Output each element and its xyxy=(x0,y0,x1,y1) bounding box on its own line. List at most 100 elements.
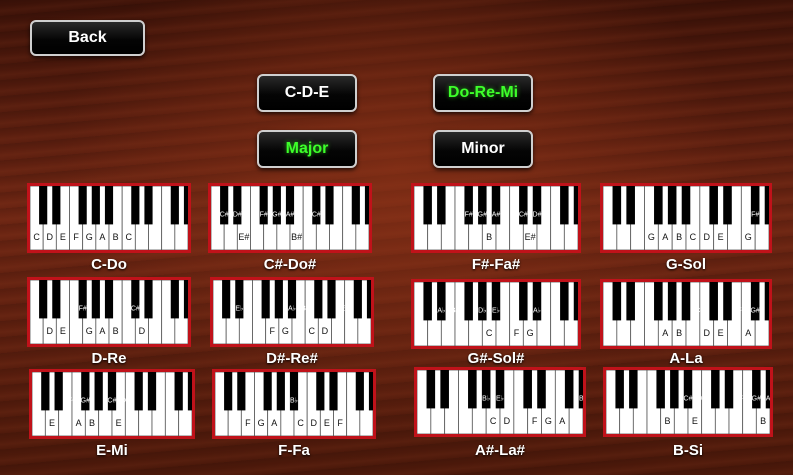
black-key[interactable] xyxy=(39,280,48,319)
black-key[interactable] xyxy=(519,282,528,321)
black-key[interactable] xyxy=(39,186,48,225)
keyboard-3[interactable]: B E# F# G# A# C# D# xyxy=(411,183,581,253)
keyboard-1[interactable]: CDEFGABC xyxy=(27,183,191,253)
black-key[interactable] xyxy=(724,370,734,409)
black-key[interactable] xyxy=(263,372,272,411)
black-key[interactable] xyxy=(437,186,446,225)
black-key[interactable] xyxy=(764,186,769,225)
black-key[interactable] xyxy=(287,280,297,319)
black-key[interactable] xyxy=(667,186,677,225)
black-key[interactable] xyxy=(765,370,770,409)
black-key[interactable] xyxy=(355,372,364,411)
black-key[interactable] xyxy=(426,370,436,409)
black-key[interactable] xyxy=(183,280,188,319)
black-key[interactable] xyxy=(91,186,100,225)
black-key[interactable] xyxy=(612,282,622,321)
black-key[interactable] xyxy=(681,186,691,225)
black-key[interactable] xyxy=(147,372,157,411)
black-key[interactable] xyxy=(52,280,61,319)
black-key[interactable] xyxy=(681,282,691,321)
black-key[interactable] xyxy=(94,372,103,411)
black-key[interactable] xyxy=(537,370,546,409)
scale-major-button[interactable]: Major xyxy=(257,130,357,168)
black-key[interactable] xyxy=(656,370,665,409)
black-key[interactable] xyxy=(325,186,334,225)
black-key[interactable] xyxy=(626,282,635,321)
black-key[interactable] xyxy=(723,282,732,321)
black-key[interactable] xyxy=(560,282,569,321)
black-key[interactable] xyxy=(612,186,622,225)
keyboard-8[interactable]: A B D E A C# F# G# xyxy=(600,279,772,349)
keyboard-11[interactable]: CD FGA B♭ E♭ B♭ xyxy=(414,367,586,437)
black-key[interactable] xyxy=(711,370,720,409)
black-key[interactable] xyxy=(91,280,100,319)
black-key[interactable] xyxy=(750,282,760,321)
black-key[interactable] xyxy=(351,186,360,225)
black-key[interactable] xyxy=(52,186,61,225)
black-key[interactable] xyxy=(220,186,229,225)
black-key[interactable] xyxy=(478,186,487,225)
black-key[interactable] xyxy=(464,282,473,321)
black-key[interactable] xyxy=(261,280,270,319)
black-key[interactable] xyxy=(615,370,624,409)
black-key[interactable] xyxy=(670,370,679,409)
black-key[interactable] xyxy=(81,372,90,411)
black-key[interactable] xyxy=(723,186,732,225)
black-key[interactable] xyxy=(107,372,117,411)
black-key[interactable] xyxy=(41,372,50,411)
scale-minor-button[interactable]: Minor xyxy=(433,130,533,168)
black-key[interactable] xyxy=(468,370,477,409)
black-key[interactable] xyxy=(709,282,718,321)
black-key[interactable] xyxy=(519,186,528,225)
black-key[interactable] xyxy=(329,372,338,411)
black-key[interactable] xyxy=(573,186,578,225)
black-key[interactable] xyxy=(578,370,583,409)
keyboard-5[interactable]: D E G A B D F# C# xyxy=(27,277,191,347)
black-key[interactable] xyxy=(235,280,244,319)
black-key[interactable] xyxy=(423,282,432,321)
black-key[interactable] xyxy=(667,282,677,321)
keyboard-7[interactable]: C F G A♭ B♭ D♭ E♭ A♭ xyxy=(411,279,581,349)
black-key[interactable] xyxy=(560,186,569,225)
black-key[interactable] xyxy=(274,280,283,319)
black-key[interactable] xyxy=(316,372,325,411)
black-key[interactable] xyxy=(170,280,179,319)
keyboard-9[interactable]: E A B E F# G# C# D# xyxy=(29,369,195,439)
black-key[interactable] xyxy=(131,186,140,225)
black-key[interactable] xyxy=(491,186,501,225)
keyboard-12[interactable]: B E B C# D# F# G# A# xyxy=(603,367,773,437)
keyboard-6[interactable]: F G C D E♭ A♭ B♭ E♭ xyxy=(210,277,374,347)
black-key[interactable] xyxy=(54,372,63,411)
black-key[interactable] xyxy=(564,370,574,409)
black-key[interactable] xyxy=(654,186,663,225)
black-key[interactable] xyxy=(237,372,246,411)
keyboard-4[interactable]: G A B C D E G F# xyxy=(600,183,772,253)
black-key[interactable] xyxy=(134,372,143,411)
black-key[interactable] xyxy=(233,186,242,225)
black-key[interactable] xyxy=(523,370,532,409)
black-key[interactable] xyxy=(464,186,473,225)
black-key[interactable] xyxy=(224,372,233,411)
black-key[interactable] xyxy=(368,372,373,411)
notation-doremi-button[interactable]: Do-Re-Mi xyxy=(433,74,533,112)
black-key[interactable] xyxy=(259,186,268,225)
black-key[interactable] xyxy=(289,372,299,411)
black-key[interactable] xyxy=(144,280,153,319)
black-key[interactable] xyxy=(437,282,446,321)
black-key[interactable] xyxy=(491,282,501,321)
black-key[interactable] xyxy=(495,370,505,409)
black-key[interactable] xyxy=(78,280,87,319)
black-key[interactable] xyxy=(78,186,87,225)
black-key[interactable] xyxy=(481,370,491,409)
black-key[interactable] xyxy=(353,280,362,319)
black-key[interactable] xyxy=(285,186,295,225)
black-key[interactable] xyxy=(752,370,761,409)
black-key[interactable] xyxy=(440,370,449,409)
black-key[interactable] xyxy=(170,186,179,225)
black-key[interactable] xyxy=(626,186,635,225)
black-key[interactable] xyxy=(629,370,638,409)
black-key[interactable] xyxy=(314,280,323,319)
black-key[interactable] xyxy=(709,186,718,225)
black-key[interactable] xyxy=(750,186,760,225)
black-key[interactable] xyxy=(654,282,663,321)
